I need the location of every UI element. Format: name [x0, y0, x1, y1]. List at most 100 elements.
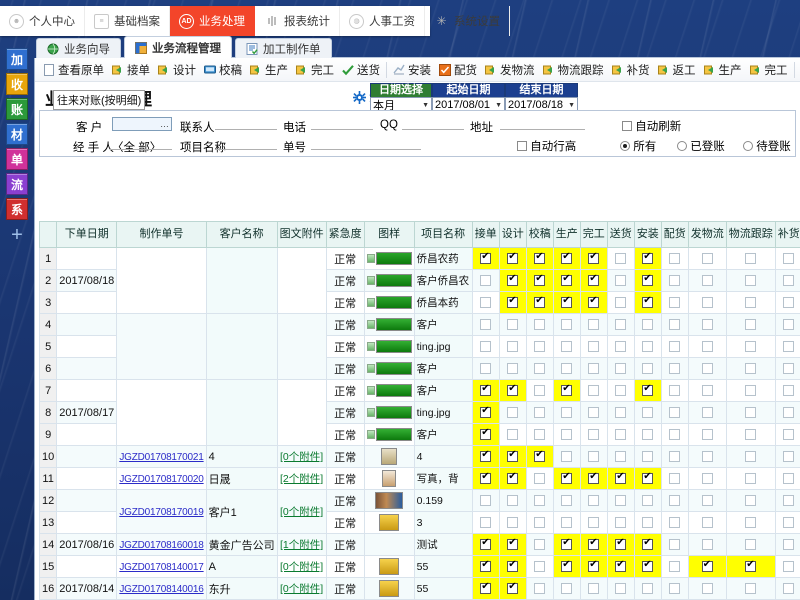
cell-step-10[interactable]: [775, 336, 800, 358]
step-checkbox[interactable]: [507, 319, 518, 330]
step-checkbox[interactable]: [702, 297, 713, 308]
cell-step-7[interactable]: [661, 512, 688, 534]
step-checkbox[interactable]: [480, 407, 491, 418]
step-checkbox[interactable]: [783, 407, 794, 418]
cell-step-10[interactable]: [775, 248, 800, 270]
cell-step-5[interactable]: [607, 248, 634, 270]
step-checkbox[interactable]: [534, 473, 545, 484]
grid-col-header-c1[interactable]: 设计: [499, 222, 526, 248]
attachment-link[interactable]: [0个附件]: [280, 561, 323, 573]
step-checkbox[interactable]: [783, 297, 794, 308]
toolbar-button-14[interactable]: 生产: [700, 59, 746, 81]
cell-step-7[interactable]: [661, 270, 688, 292]
grid-col-header-c6[interactable]: 安装: [634, 222, 661, 248]
cell-step-9[interactable]: [726, 402, 775, 424]
cell-thumbnail[interactable]: [364, 424, 414, 446]
cell-attachment[interactable]: [277, 248, 326, 314]
step-checkbox[interactable]: [480, 539, 491, 550]
cell-attachment[interactable]: [0个附件]: [277, 490, 326, 534]
table-row[interactable]: 1正常侨昌农药: [40, 248, 800, 270]
step-checkbox[interactable]: [702, 561, 713, 572]
cell-step-1[interactable]: [499, 270, 526, 292]
cell-step-10[interactable]: [775, 578, 800, 600]
cell-step-3[interactable]: [553, 380, 580, 402]
step-checkbox[interactable]: [745, 495, 756, 506]
cell-step-1[interactable]: [499, 336, 526, 358]
cell-step-0[interactable]: [472, 402, 499, 424]
cell-step-8[interactable]: [688, 292, 726, 314]
grid-col-header-c10[interactable]: 补货: [775, 222, 800, 248]
cell-step-1[interactable]: [499, 534, 526, 556]
step-checkbox[interactable]: [745, 473, 756, 484]
step-checkbox[interactable]: [534, 583, 545, 594]
cell-step-8[interactable]: [688, 380, 726, 402]
cell-step-0[interactable]: [472, 556, 499, 578]
step-checkbox[interactable]: [669, 363, 680, 374]
cell-attachment[interactable]: [0个附件]: [277, 446, 326, 468]
cell-step-1[interactable]: [499, 490, 526, 512]
attachment-link[interactable]: [0个附件]: [280, 583, 323, 595]
cell-step-8[interactable]: [688, 424, 726, 446]
attachment-link[interactable]: [1个附件]: [280, 539, 323, 551]
cell-step-8[interactable]: [688, 402, 726, 424]
grid-col-header-project[interactable]: 项目名称: [414, 222, 472, 248]
step-checkbox[interactable]: [745, 539, 756, 550]
cell-step-4[interactable]: [580, 380, 607, 402]
cell-attachment[interactable]: [0个附件]: [277, 578, 326, 600]
tab-0[interactable]: 业务向导: [36, 38, 121, 58]
cell-step-9[interactable]: [726, 314, 775, 336]
order-number-link[interactable]: JGZD01708170020: [119, 474, 203, 485]
step-checkbox[interactable]: [534, 429, 545, 440]
cell-step-8[interactable]: [688, 490, 726, 512]
step-checkbox[interactable]: [745, 385, 756, 396]
step-checkbox[interactable]: [480, 583, 491, 594]
cell-order-number[interactable]: JGZD01708170020: [117, 468, 206, 490]
step-checkbox[interactable]: [783, 517, 794, 528]
step-checkbox[interactable]: [534, 341, 545, 352]
step-checkbox[interactable]: [669, 429, 680, 440]
cell-step-4[interactable]: [580, 336, 607, 358]
cell-step-9[interactable]: [726, 490, 775, 512]
step-checkbox[interactable]: [669, 517, 680, 528]
cell-step-10[interactable]: [775, 270, 800, 292]
cell-step-9[interactable]: [726, 446, 775, 468]
cell-step-6[interactable]: [634, 446, 661, 468]
order-number-link[interactable]: JGZD01708140017: [119, 562, 203, 573]
cell-step-5[interactable]: [607, 490, 634, 512]
step-checkbox[interactable]: [615, 539, 626, 550]
step-checkbox[interactable]: [783, 539, 794, 550]
step-checkbox[interactable]: [783, 495, 794, 506]
step-checkbox[interactable]: [588, 451, 599, 462]
cell-step-5[interactable]: [607, 380, 634, 402]
cell-step-2[interactable]: [526, 270, 553, 292]
project-input[interactable]: [215, 137, 277, 150]
step-checkbox[interactable]: [702, 451, 713, 462]
cell-step-6[interactable]: [634, 270, 661, 292]
toolbar-button-8[interactable]: 安装: [389, 59, 435, 81]
grid-col-header-c3[interactable]: 生产: [553, 222, 580, 248]
step-checkbox[interactable]: [642, 539, 653, 550]
step-checkbox[interactable]: [702, 429, 713, 440]
cell-step-8[interactable]: [688, 468, 726, 490]
cell-step-7[interactable]: [661, 292, 688, 314]
cell-step-1[interactable]: [499, 512, 526, 534]
step-checkbox[interactable]: [642, 275, 653, 286]
cell-step-3[interactable]: [553, 336, 580, 358]
cell-step-7[interactable]: [661, 578, 688, 600]
orderno-input[interactable]: [311, 137, 421, 150]
cell-step-2[interactable]: [526, 512, 553, 534]
cell-step-10[interactable]: [775, 402, 800, 424]
step-checkbox[interactable]: [561, 363, 572, 374]
step-checkbox[interactable]: [783, 385, 794, 396]
phone-input[interactable]: [311, 117, 373, 130]
cell-step-3[interactable]: [553, 248, 580, 270]
cell-step-10[interactable]: [775, 490, 800, 512]
cell-step-6[interactable]: [634, 336, 661, 358]
cell-step-2[interactable]: [526, 556, 553, 578]
cell-step-9[interactable]: [726, 248, 775, 270]
cell-step-1[interactable]: [499, 424, 526, 446]
cell-step-7[interactable]: [661, 248, 688, 270]
cell-order-number[interactable]: [117, 248, 206, 314]
cell-step-4[interactable]: [580, 314, 607, 336]
rail-button-1[interactable]: 收: [6, 73, 28, 95]
